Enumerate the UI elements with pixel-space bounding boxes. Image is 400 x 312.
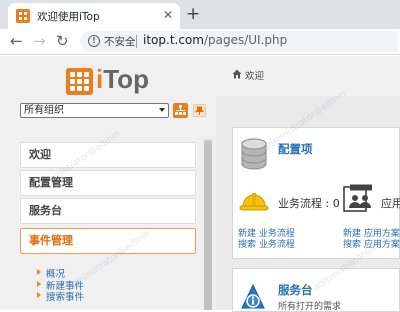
forward-arrow-icon[interactable]: → — [33, 32, 46, 50]
org-hierarchy-button[interactable] — [173, 103, 188, 118]
business-process-count: 业务流程 : 0 — [278, 197, 340, 210]
url-host: itop.t.com — [143, 33, 204, 47]
submenu-item-search-incident[interactable]: 搜索事件 — [36, 289, 84, 303]
itop-logo[interactable]: iTop — [66, 64, 156, 98]
organization-select-value: 所有组织 — [24, 105, 64, 116]
menu-item-config-management[interactable]: 配置管理 — [20, 170, 196, 196]
logo-mark-icon — [66, 68, 93, 95]
service-desk-title[interactable]: 服务台 — [278, 282, 313, 298]
chevron-down-icon — [159, 108, 165, 112]
address-divider — [136, 35, 137, 48]
main-content-pane: 欢迎 配置项 业务流程 : 0 应用 新建 业务流程 搜索 业务流程 新建 应用… — [216, 56, 400, 312]
back-arrow-icon[interactable]: ← — [10, 32, 23, 50]
security-label: 不安全 — [104, 36, 136, 48]
menu-item-service-desk[interactable]: 服务台 — [20, 198, 196, 224]
url-path: /pages/UI.php — [203, 33, 288, 47]
menu-scrollbar-thumb[interactable] — [204, 141, 212, 310]
database-icon — [241, 138, 267, 170]
url-text[interactable]: itop.t.com/pages/UI.php — [143, 33, 287, 47]
new-tab-button[interactable]: + — [186, 4, 200, 24]
organization-select[interactable]: 所有组织 — [20, 103, 169, 118]
config-items-card: 配置项 业务流程 : 0 应用 新建 业务流程 搜索 业务流程 新建 应用方案 … — [232, 127, 400, 259]
hard-hat-icon — [239, 193, 269, 211]
not-secure-icon: ! — [88, 35, 100, 47]
search-business-process-link[interactable]: 搜索 业务流程 — [238, 237, 295, 250]
itop-favicon-icon — [16, 9, 30, 23]
tab-close-icon[interactable]: ✕ — [163, 8, 173, 22]
left-navigation-pane: iTop 所有组织 欢迎 配置管理 服务台 事件管理 概况 新建事件 搜索事件 … — [0, 56, 216, 310]
config-items-title[interactable]: 配置项 — [278, 141, 313, 157]
browser-tab-bar: 欢迎使用iTop ✕ + — [0, 0, 400, 29]
open-requests-label: 所有打开的需求 — [278, 302, 342, 312]
browser-toolbar: ← → ↻ ! 不安全 itop.t.com/pages/UI.php — [0, 29, 400, 55]
breadcrumb-bar: 欢迎 — [216, 56, 400, 96]
application-solution-label: 应用 — [381, 197, 400, 210]
home-icon[interactable] — [232, 69, 242, 79]
menu-item-incident-management[interactable]: 事件管理 — [20, 228, 196, 254]
application-solution-icon — [343, 184, 372, 212]
tab-title: 欢迎使用iTop — [37, 11, 100, 23]
breadcrumb-welcome[interactable]: 欢迎 — [245, 68, 264, 82]
menu-item-welcome[interactable]: 欢迎 — [20, 142, 196, 168]
reload-icon[interactable]: ↻ — [56, 32, 69, 50]
search-application-solution-link[interactable]: 搜索 应用方案 — [343, 237, 400, 250]
service-desk-card: 服务台 所有打开的需求 — [232, 268, 400, 312]
browser-tab[interactable]: 欢迎使用iTop ✕ — [8, 3, 180, 29]
pin-icon[interactable] — [193, 104, 206, 117]
logo-text: iTop — [96, 64, 149, 94]
address-bar[interactable]: ! 不安全 itop.t.com/pages/UI.php — [80, 31, 398, 52]
info-icon — [241, 283, 265, 309]
